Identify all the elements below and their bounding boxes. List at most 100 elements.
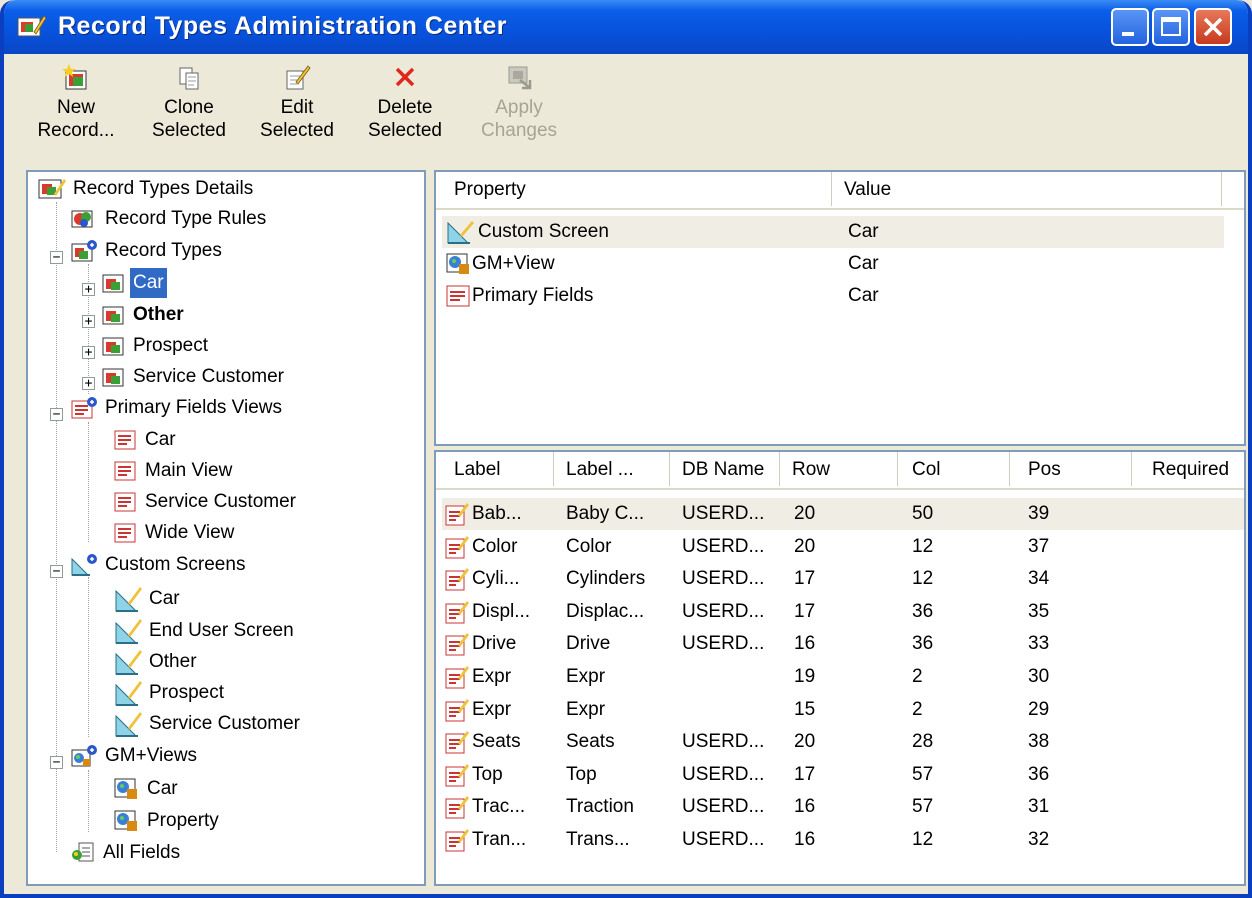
fields-list[interactable]: Label Label ... DB Name Row Col Pos Requ… [434,450,1246,886]
field-cell: 12 [912,829,934,850]
form-view-icon [114,523,136,543]
field-cell: 37 [1028,535,1050,557]
edit-selected-button[interactable]: Edit Selected [250,62,344,142]
tree-item-label: Car [147,778,178,799]
maximize-button[interactable] [1152,8,1190,46]
field-cell: 34 [1028,568,1050,590]
field-cell: Baby C... [566,503,645,524]
tree-item-pfv-car[interactable]: Car [114,425,179,455]
tree-item-record-type-service-customer[interactable]: Service Customer [102,362,287,392]
field-row[interactable]: Top Top USERD... 17 57 36 [442,759,1244,791]
form-view-icon [114,492,136,512]
column-header-label-long[interactable]: Label ... [554,452,670,486]
field-row[interactable]: Expr Expr 15 2 29 [442,694,1244,726]
tree-root-label: Record Types Details [73,178,254,199]
expand-toggle[interactable]: + [82,283,95,296]
column-header-pos[interactable]: Pos [1010,452,1132,486]
minimize-button[interactable] [1111,8,1149,46]
clone-selected-button[interactable]: Clone Selected [142,62,236,142]
tree-item-gm-car[interactable]: Car [114,774,181,804]
tree-item-pfv-service-customer[interactable]: Service Customer [114,487,299,517]
tree-item-record-type-prospect[interactable]: Prospect [102,331,211,361]
record-types-tree[interactable]: Record Types Details Record Type Rules −… [26,170,426,886]
apply-changes-button[interactable]: Apply Changes [474,62,564,142]
app-icon [17,15,46,37]
field-cell: Bab... [472,503,522,524]
tree-item-record-type-other[interactable]: Other [102,300,187,330]
field-row[interactable]: Trac... Traction USERD... 16 57 31 [442,791,1244,823]
tree-item-custom-screens[interactable]: Custom Screens [70,550,248,580]
tree-item-primary-fields-views[interactable]: Primary Fields Views [70,393,285,423]
new-record-label-1: New [56,97,95,118]
title-bar[interactable]: Record Types Administration Center [4,0,1248,54]
tree-root[interactable]: Record Types Details [38,174,256,204]
column-header-label[interactable]: Label [442,452,554,486]
field-cell: Expr [472,666,512,687]
column-header-row[interactable]: Row [780,452,898,486]
field-cell: 33 [1028,633,1050,655]
column-header-col[interactable]: Col [898,452,1010,486]
column-header-value[interactable]: Value [832,172,1222,206]
property-row[interactable]: Custom Screen Car [442,216,1224,248]
field-row[interactable]: Displ... Displac... USERD... 17 36 35 [442,596,1244,628]
field-cell: Expr [472,698,512,720]
tree-item-label: Car [149,588,180,609]
tree-item-record-type-car[interactable]: Car [102,268,167,298]
tree-item-cs-other[interactable]: Other [114,647,200,677]
edit-icon [286,65,311,90]
tree-item-record-type-rules[interactable]: Record Type Rules [70,204,269,234]
tree-item-cs-prospect[interactable]: Prospect [114,678,227,708]
field-cell: Color [566,535,612,557]
collapse-custom-screens-toggle[interactable]: − [50,565,63,578]
new-record-button[interactable]: New Record... [32,62,120,142]
tree-item-record-types[interactable]: Record Types [70,236,225,266]
column-header-text: Pos [1028,459,1061,480]
tree-item-label: Record Types [105,240,222,261]
tree-item-gm-property[interactable]: Property [114,806,222,836]
field-cell: Cylinders [566,568,646,590]
field-row[interactable]: Color Color USERD... 20 12 37 [442,531,1244,563]
tree-item-label: Main View [145,460,233,481]
column-header-required[interactable]: Required [1132,452,1244,486]
new-record-label-2: Record... [37,120,115,141]
field-row[interactable]: Expr Expr 19 2 30 [442,661,1244,693]
expand-toggle[interactable]: + [82,346,95,359]
tree-item-label: GM+Views [105,745,198,766]
column-header-text: Label [454,459,501,480]
column-header-property[interactable]: Property [442,172,832,206]
field-icon [445,731,469,754]
property-name: Primary Fields [472,285,594,306]
delete-selected-button[interactable]: Delete Selected [358,62,452,142]
app-window: Record Types Administration Center New R… [0,0,1252,898]
field-row[interactable]: Tran... Trans... USERD... 16 12 32 [442,824,1244,856]
field-cell: 50 [912,503,934,524]
tree-item-label: All Fields [103,842,181,863]
tree-item-all-fields[interactable]: All Fields [70,838,183,868]
field-row[interactable]: Drive Drive USERD... 16 36 33 [442,628,1244,660]
tree-item-gm-views[interactable]: GM+Views [70,741,200,771]
field-row[interactable]: Bab... Baby C... USERD... 20 50 39 [442,498,1244,530]
tree-item-cs-end-user-screen[interactable]: End User Screen [114,616,297,646]
delete-icon [395,67,415,87]
properties-header: Property Value [436,172,1244,210]
tree-item-pfv-wide-view[interactable]: Wide View [114,518,237,548]
column-header-db-name[interactable]: DB Name [670,452,780,486]
collapse-primary-fields-views-toggle[interactable]: − [50,408,63,421]
expand-toggle[interactable]: + [82,377,95,390]
tree-item-cs-service-customer[interactable]: Service Customer [114,709,303,739]
field-row[interactable]: Seats Seats USERD... 20 28 38 [442,726,1244,758]
tree-item-pfv-main-view[interactable]: Main View [114,456,235,486]
field-row[interactable]: Cyli... Cylinders USERD... 17 12 34 [442,563,1244,595]
collapse-gm-views-toggle[interactable]: − [50,756,63,769]
property-row[interactable]: GM+View Car [442,248,1224,280]
custom-screen-icon [115,681,142,706]
property-row[interactable]: Primary Fields Car [442,280,1224,312]
collapse-record-types-toggle[interactable]: − [50,251,63,264]
field-cell: USERD... [682,633,765,655]
field-icon [445,600,469,624]
tree-item-cs-car[interactable]: Car [114,584,183,614]
close-button[interactable] [1194,8,1232,46]
expand-toggle[interactable]: + [82,315,95,328]
properties-list[interactable]: Property Value Custom Screen Car GM+View… [434,170,1246,446]
column-header-label: Value [844,179,892,200]
